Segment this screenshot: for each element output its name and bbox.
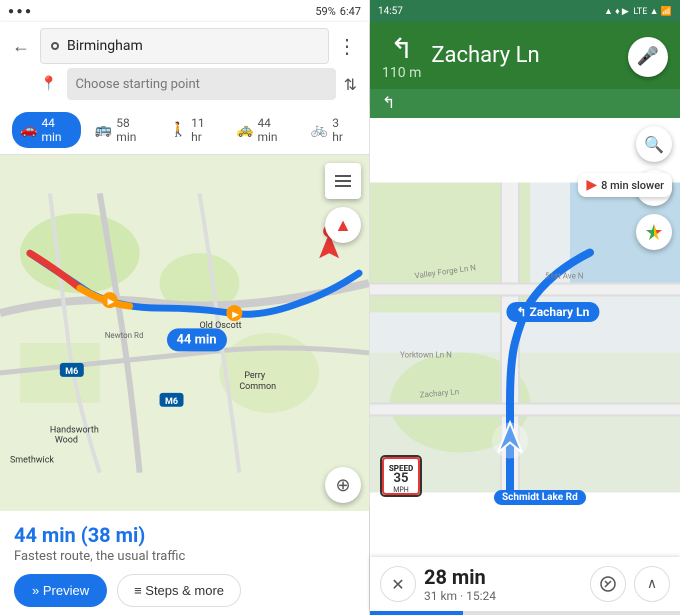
gmaps-icon[interactable]	[636, 214, 672, 250]
status-bar-left: ● ● ● 59% 6:47	[0, 0, 369, 22]
my-location-icon[interactable]: ⊕	[325, 467, 361, 503]
route-time-text: 44 min (38 mi)	[14, 523, 355, 547]
transit-time: 58 min	[116, 116, 147, 144]
search-destination-text: Birmingham	[67, 38, 318, 54]
tab-walk[interactable]: 🚶 11 hr	[162, 112, 222, 148]
layers-button[interactable]	[325, 163, 361, 199]
cycle-time: 3 hr	[332, 116, 349, 144]
nav-header: ↰ 110 m Zachary Ln 🎤	[370, 22, 680, 89]
schmidt-lake-label: Schmidt Lake Rd	[494, 490, 586, 505]
menu-dots-icon[interactable]: ⋮	[337, 34, 357, 58]
right-time: 14:57	[378, 6, 403, 17]
rideshare-icon: 🚕	[236, 122, 253, 138]
right-panel: 14:57 ▲ ♦ ▶ LTE ▲ 📶 ↰ 110 m Zachary Ln 🎤…	[370, 0, 680, 615]
tab-transit[interactable]: 🚌 58 min	[87, 112, 156, 148]
turn-preview-arrow-icon: ↰	[382, 93, 395, 112]
transport-tabs: 🚗 44 min 🚌 58 min 🚶 11 hr 🚕 44 min 🚲 3 h…	[0, 106, 369, 155]
svg-text:Handsworth: Handsworth	[50, 426, 99, 436]
nav-time-info: 28 min 31 km · 15:24	[424, 565, 582, 603]
compass-icon[interactable]: ▲	[325, 207, 361, 243]
left-battery: 59%	[315, 5, 335, 18]
right-status-icons: ▲ ♦ ▶ LTE ▲ 📶	[604, 6, 672, 17]
map-view[interactable]: ▶ ▶ M6 M6 Newton Rd Old Oscott Perry Com…	[0, 155, 369, 511]
svg-text:Wood: Wood	[55, 436, 78, 446]
street-name-text: Zachary Ln	[431, 44, 618, 68]
left-time: 6:47	[340, 5, 361, 18]
transit-icon: 🚌	[95, 122, 112, 138]
svg-text:Smethwick: Smethwick	[10, 456, 54, 466]
cycle-icon: 🚲	[311, 122, 328, 138]
svg-text:M6: M6	[165, 397, 178, 407]
nav-progress-fill	[370, 611, 463, 615]
swap-icon[interactable]: ⇅	[344, 75, 357, 94]
gmaps-triangle: ▶	[586, 177, 597, 193]
svg-text:▶: ▶	[231, 310, 239, 319]
svg-text:▶: ▶	[107, 297, 115, 306]
svg-text:M6: M6	[65, 367, 78, 377]
preview-button[interactable]: » Preview	[14, 574, 107, 607]
search-input[interactable]: Birmingham	[40, 28, 329, 64]
svg-text:MPH: MPH	[393, 486, 409, 494]
tab-rideshare[interactable]: 🚕 44 min	[228, 112, 297, 148]
tab-drive[interactable]: 🚗 44 min	[12, 112, 81, 148]
nav-time-text: 28 min	[424, 565, 582, 589]
expand-panel-button[interactable]: ∧	[634, 566, 670, 602]
steps-more-button[interactable]: ≡ Steps & more	[117, 574, 241, 607]
bottom-panel-left: 44 min (38 mi) Fastest route, the usual …	[0, 511, 369, 615]
pin-icon: 📍	[40, 76, 57, 92]
tab-cycle[interactable]: 🚲 3 hr	[303, 112, 357, 148]
route-time-label: 44 min	[166, 328, 226, 351]
svg-text:35: 35	[394, 471, 409, 486]
nav-distance: 110 m	[382, 65, 421, 81]
slower-text: 8 min slower	[601, 179, 664, 192]
rideshare-time: 44 min	[257, 116, 288, 144]
svg-text:Newton Rd: Newton Rd	[105, 331, 144, 340]
drive-icon: 🚗	[20, 122, 37, 138]
nav-map[interactable]: Valley Forge Ln N 51st Ave N Yorktown Ln…	[370, 118, 680, 557]
speed-limit-sign: SPEED SPEED 35 MPH	[380, 455, 422, 497]
circle-icon	[51, 42, 59, 50]
route-info: 44 min (38 mi) Fastest route, the usual …	[14, 523, 355, 564]
search-bar: ← Birmingham ⋮ 📍 Choose starting point ⇅	[0, 22, 369, 106]
svg-text:Common: Common	[239, 382, 276, 392]
search-button[interactable]: 🔍	[636, 126, 672, 162]
svg-text:Perry: Perry	[244, 371, 266, 381]
back-arrow-icon[interactable]: ←	[12, 36, 30, 57]
start-point-input[interactable]: Choose starting point	[67, 68, 335, 100]
start-point-placeholder: Choose starting point	[75, 77, 199, 92]
drive-time: 44 min	[41, 116, 72, 144]
turn-arrow-icon: ↰	[390, 32, 413, 65]
action-buttons: » Preview ≡ Steps & more	[14, 574, 355, 607]
nav-details-text: 31 km · 15:24	[424, 589, 582, 603]
route-desc-text: Fastest route, the usual traffic	[14, 549, 355, 564]
status-bar-right: 14:57 ▲ ♦ ▶ LTE ▲ 📶	[370, 0, 680, 22]
svg-text:51st Ave N: 51st Ave N	[545, 272, 584, 281]
mic-button[interactable]: 🎤	[628, 37, 668, 77]
walk-time: 11 hr	[191, 116, 214, 144]
left-status-icons: ● ● ●	[8, 6, 31, 17]
street-info: Zachary Ln	[431, 44, 618, 68]
nav-bottom: ✕ 28 min 31 km · 15:24 ∧	[370, 557, 680, 611]
route-options-button[interactable]	[590, 566, 626, 602]
svg-text:Yorktown Ln N: Yorktown Ln N	[400, 351, 452, 360]
cancel-navigation-button[interactable]: ✕	[380, 566, 416, 602]
nav-progress-bar	[370, 611, 680, 615]
zachary-lane-label: ↰ Zachary Ln	[506, 302, 599, 322]
slower-badge: ▶ 8 min slower	[578, 173, 672, 197]
left-panel: ● ● ● 59% 6:47 ← Birmingham ⋮ 📍 Choose s…	[0, 0, 370, 615]
walk-icon: 🚶	[170, 122, 187, 138]
turn-preview-bar: ↰	[370, 89, 680, 118]
